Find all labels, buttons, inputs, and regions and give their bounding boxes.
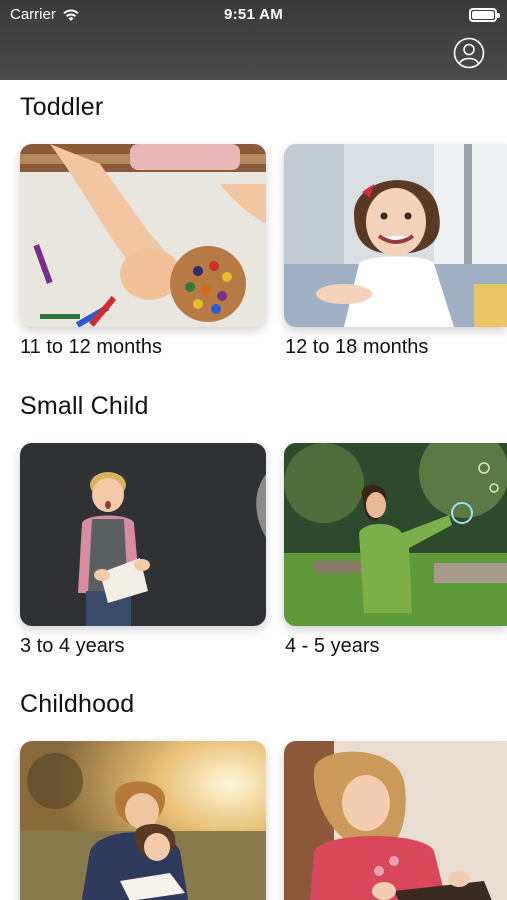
- card-childhood-1[interactable]: [20, 741, 266, 900]
- card-3-to-4-years[interactable]: [20, 443, 266, 626]
- card-childhood-2[interactable]: [284, 741, 507, 900]
- mother-daughter-reading-photo: [20, 741, 266, 900]
- card-11-to-12-months[interactable]: [20, 144, 266, 327]
- child-playing-peg-toy-photo: [20, 144, 266, 327]
- section-title-toddler: Toddler: [20, 93, 104, 121]
- card-label: 4 - 5 years: [285, 635, 380, 657]
- section-title-small-child: Small Child: [20, 392, 149, 420]
- card-label: 11 to 12 months: [20, 336, 162, 358]
- smiling-toddler-girl-photo: [284, 144, 507, 327]
- navigation-bar: Carrier 9:51 AM: [0, 0, 507, 80]
- section-title-childhood: Childhood: [20, 690, 135, 718]
- card-12-to-18-months[interactable]: [284, 144, 507, 327]
- card-label: 12 to 18 months: [285, 336, 429, 358]
- status-bar: Carrier 9:51 AM: [0, 4, 507, 24]
- card-4-5-years[interactable]: [284, 443, 507, 626]
- girl-reading-book-photo: [284, 741, 507, 900]
- card-label: 3 to 4 years: [20, 635, 125, 657]
- boy-holding-book-photo: [20, 443, 266, 626]
- status-time: 9:51 AM: [223, 6, 284, 23]
- person-circle-icon[interactable]: [453, 37, 485, 69]
- girl-chasing-bubbles-photo: [284, 443, 507, 626]
- heart-outline-icon[interactable]: [232, 453, 266, 626]
- battery-icon: [469, 8, 500, 22]
